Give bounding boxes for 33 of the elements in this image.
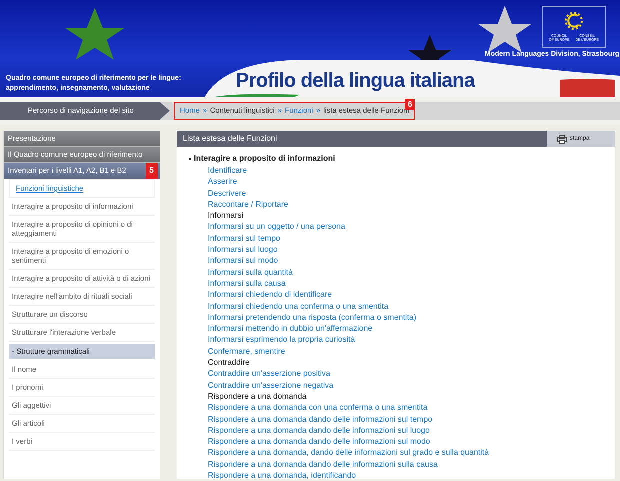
- function-heading: Contraddire: [208, 357, 251, 368]
- function-link[interactable]: Descrivere: [208, 188, 615, 199]
- function-link[interactable]: Rispondere a una domanda con una conferma o una smentita: [208, 402, 615, 414]
- function-link[interactable]: Informarsi sulla causa: [208, 278, 615, 290]
- function-link[interactable]: Contraddire un'asserzione positiva: [208, 368, 615, 380]
- function-link[interactable]: Informarsi sulla quantità: [208, 266, 615, 278]
- function-link[interactable]: Raccontare / Riportare: [208, 198, 615, 210]
- function-link[interactable]: Informarsi sul luogo: [208, 244, 615, 256]
- function-link[interactable]: Rispondere a una domanda, identificando: [208, 470, 615, 481]
- function-link[interactable]: Asserire: [208, 176, 615, 188]
- function-link[interactable]: Contraddire un'asserzione negativa: [208, 380, 615, 391]
- function-link[interactable]: Informarsi su un oggetto / una persona: [208, 221, 615, 233]
- annotation-badge: 6: [404, 99, 416, 110]
- function-link[interactable]: Informarsi chiedendo una conferma o una smentita: [208, 300, 615, 312]
- function-link[interactable]: Confermare, smentire: [208, 346, 615, 358]
- function-link[interactable]: Informarsi esprimendo la propria curiosità: [208, 334, 615, 346]
- panel-title: Lista estesa delle Funzioni: [177, 131, 547, 147]
- function-link[interactable]: Rispondere a una domanda, dando delle informazioni sul grado e sulla quantità: [208, 447, 615, 459]
- function-link[interactable]: Rispondere a una domanda dando delle informazioni sul luogo: [208, 424, 615, 436]
- function-link[interactable]: Informarsi sul modo: [208, 255, 615, 267]
- function-heading: Rispondere a una domanda: [208, 390, 308, 402]
- function-link[interactable]: Informarsi sul tempo: [208, 232, 615, 244]
- function-link[interactable]: Informarsi pretendendo una risposta (conferma o smentita): [208, 312, 615, 324]
- function-link[interactable]: Identificare: [208, 165, 615, 176]
- function-heading: Informarsi: [208, 210, 245, 222]
- group-heading: Interagire a proposito di informazioni: [194, 153, 336, 165]
- function-link[interactable]: Informarsi chiedendo di identificare: [208, 289, 615, 301]
- function-link[interactable]: Rispondere a una domanda dando delle informazioni sulla causa: [208, 458, 615, 470]
- site-title: Profilo della lingua italiana: [236, 69, 475, 93]
- function-link[interactable]: Informarsi mettendo in dubbio un'affermazione: [208, 323, 615, 334]
- annotation-badge: 5: [146, 163, 158, 179]
- function-link[interactable]: Rispondere a una domanda dando delle informazioni sul tempo: [208, 414, 615, 425]
- function-link[interactable]: Rispondere a una domanda dando delle informazioni sul modo: [208, 436, 615, 448]
